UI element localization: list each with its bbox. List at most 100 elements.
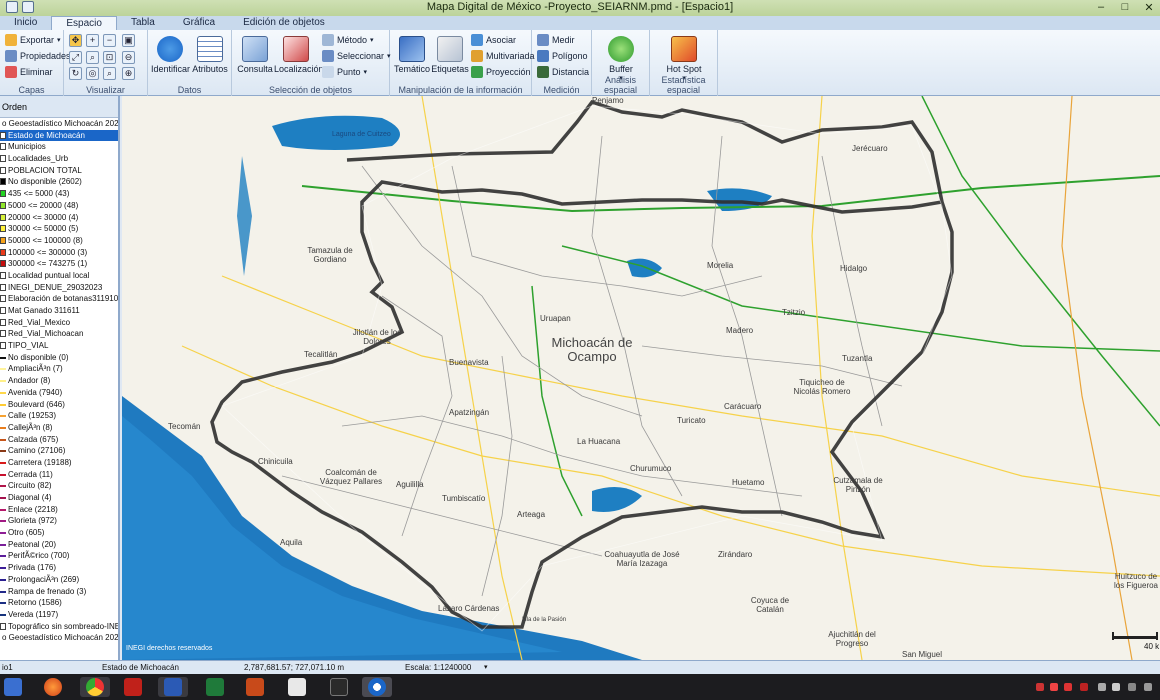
firefox-icon[interactable]	[44, 678, 62, 696]
distancia-button[interactable]: Distancia	[537, 65, 589, 79]
layer-item[interactable]: Enlace (2218)	[0, 504, 118, 516]
layer-item[interactable]: Circuito (82)	[0, 480, 118, 492]
punto-dropdown[interactable]: Punto ▾	[322, 65, 367, 79]
zoom-extent-icon[interactable]: ⤢	[69, 51, 82, 64]
layer-checkbox[interactable]	[0, 318, 6, 326]
layer-checkbox[interactable]	[0, 295, 6, 303]
layer-item[interactable]: No disponible (2602)	[0, 176, 118, 188]
layer-item[interactable]: Glorieta (972)	[0, 515, 118, 527]
layer-item[interactable]: Topográfico sin sombreado-INE	[0, 621, 118, 633]
consulta-button[interactable]: Consulta	[236, 36, 274, 74]
layer-item[interactable]: Retorno (1586)	[0, 597, 118, 609]
zoom-in-icon[interactable]: +	[86, 34, 99, 47]
layer-item[interactable]: Localidad puntual local	[0, 270, 118, 282]
tematico-button[interactable]: Temático	[393, 36, 431, 74]
layer-item[interactable]: Diagonal (4)	[0, 492, 118, 504]
minimize-icon[interactable]: –	[1094, 1, 1108, 14]
tray-icon[interactable]	[1036, 683, 1044, 691]
map-view-icon[interactable]: ▣	[122, 34, 135, 47]
layer-item[interactable]: Calzada (675)	[0, 434, 118, 446]
pdf-icon[interactable]	[124, 678, 142, 696]
layer-item[interactable]: POBLACION TOTAL	[0, 165, 118, 177]
scale-dropdown-icon[interactable]: ▾	[484, 663, 488, 671]
pan-icon[interactable]: ✥	[69, 34, 82, 47]
layer-checkbox[interactable]	[0, 622, 6, 630]
layer-item[interactable]: Red_Vial_Mexico	[0, 317, 118, 329]
multivariada-button[interactable]: Multivariada	[471, 49, 535, 63]
zoom-window-icon[interactable]: ⊡	[103, 51, 116, 64]
tab-grafica[interactable]: Gráfica	[169, 16, 229, 30]
identificar-button[interactable]: Identificar	[151, 36, 190, 74]
tab-inicio[interactable]: Inicio	[0, 16, 51, 30]
layer-item[interactable]: 30000 <= 50000 (5)	[0, 223, 118, 235]
layer-item[interactable]: o Geoestadístico Michoacán 2021	[0, 118, 118, 130]
layer-item[interactable]: Municipios	[0, 141, 118, 153]
layer-item[interactable]: CallejÃ³n (8)	[0, 422, 118, 434]
layer-checkbox[interactable]	[0, 271, 6, 279]
zoom-scale-icon[interactable]: ⊕	[122, 67, 135, 80]
poligono-button[interactable]: Polígono	[537, 49, 588, 63]
layer-item[interactable]: TIPO_VIAL	[0, 340, 118, 352]
medir-button[interactable]: Medir	[537, 33, 575, 47]
layer-item[interactable]: Calle (19253)	[0, 410, 118, 422]
maximize-icon[interactable]: □	[1118, 1, 1132, 14]
layer-item[interactable]: Andador (8)	[0, 375, 118, 387]
layer-item[interactable]: Boulevard (646)	[0, 399, 118, 411]
layer-item[interactable]: Elaboración de botanas311910	[0, 293, 118, 305]
layer-item[interactable]: 435 <= 5000 (43)	[0, 188, 118, 200]
layer-item[interactable]: Privada (176)	[0, 562, 118, 574]
start-icon[interactable]	[4, 678, 22, 696]
layer-item[interactable]: Localidades_Urb	[0, 153, 118, 165]
layer-checkbox[interactable]	[0, 131, 6, 139]
exportar-button[interactable]: Exportar ▾	[5, 33, 61, 47]
layer-item[interactable]: No disponible (0)	[0, 352, 118, 364]
volume-icon[interactable]	[1112, 683, 1120, 691]
layer-item[interactable]: 300000 <= 743275 (1)	[0, 258, 118, 270]
layer-checkbox[interactable]	[0, 342, 6, 350]
layer-item[interactable]: o Geoestadístico Michoacán 2022	[0, 632, 118, 644]
layer-item[interactable]: 20000 <= 30000 (4)	[0, 212, 118, 224]
metodo-dropdown[interactable]: Método ▾	[322, 33, 374, 47]
layer-item[interactable]: 100000 <= 300000 (3)	[0, 247, 118, 259]
close-icon[interactable]: ✕	[1142, 1, 1156, 14]
layer-item[interactable]: Otro (605)	[0, 527, 118, 539]
layer-item[interactable]: INEGI_DENUE_29032023	[0, 282, 118, 294]
layer-item[interactable]: Mat Ganado 311611	[0, 305, 118, 317]
center-icon[interactable]: ◎	[86, 67, 99, 80]
excel-icon[interactable]	[206, 678, 224, 696]
network-icon[interactable]	[1098, 683, 1106, 691]
zoom-layer-icon[interactable]: ⌕	[86, 51, 99, 64]
layer-checkbox[interactable]	[0, 307, 6, 314]
seleccionar-dropdown[interactable]: Seleccionar ▾	[322, 49, 391, 63]
layer-checkbox[interactable]	[0, 143, 6, 151]
layer-checkbox[interactable]	[0, 166, 6, 174]
acrobat-icon[interactable]	[330, 678, 348, 696]
layer-item[interactable]: Red_Vial_Michoacan	[0, 328, 118, 340]
atributos-button[interactable]: Atributos	[191, 36, 229, 74]
layer-item[interactable]: Avenida (7940)	[0, 387, 118, 399]
tray-icon[interactable]	[1050, 683, 1058, 691]
asociar-button[interactable]: Asociar	[471, 33, 516, 47]
zoom-previous-icon[interactable]: ⊖	[122, 51, 135, 64]
propiedades-button[interactable]: Propiedades	[5, 49, 71, 63]
eliminar-button[interactable]: Eliminar	[5, 65, 53, 79]
tab-espacio[interactable]: Espacio	[51, 16, 117, 30]
layer-item[interactable]: Estado de Michoacán	[0, 129, 118, 142]
proyeccion-button[interactable]: Proyección	[471, 65, 531, 79]
layer-item[interactable]: Rampa de frenado (3)	[0, 586, 118, 598]
notification-icon[interactable]	[1144, 683, 1152, 691]
map-view[interactable]: Penjamo Laguna de Cuitzeo Jerécuaro Tama…	[122, 96, 1160, 660]
layer-checkbox[interactable]	[0, 283, 6, 291]
notepad-icon[interactable]	[288, 678, 306, 696]
layer-item[interactable]: Vereda (1197)	[0, 609, 118, 621]
layer-item[interactable]: ProlongaciÃ³n (269)	[0, 574, 118, 586]
layer-item[interactable]: Cerrada (11)	[0, 469, 118, 481]
battery-icon[interactable]	[1128, 683, 1136, 691]
layer-item[interactable]: Carretera (19188)	[0, 457, 118, 469]
zoom-out-icon[interactable]: −	[103, 34, 116, 47]
tab-tabla[interactable]: Tabla	[117, 16, 169, 30]
layer-checkbox[interactable]	[0, 330, 6, 338]
tray-icon[interactable]	[1064, 683, 1072, 691]
layer-checkbox[interactable]	[0, 155, 6, 163]
layer-item[interactable]: Camino (27106)	[0, 445, 118, 457]
